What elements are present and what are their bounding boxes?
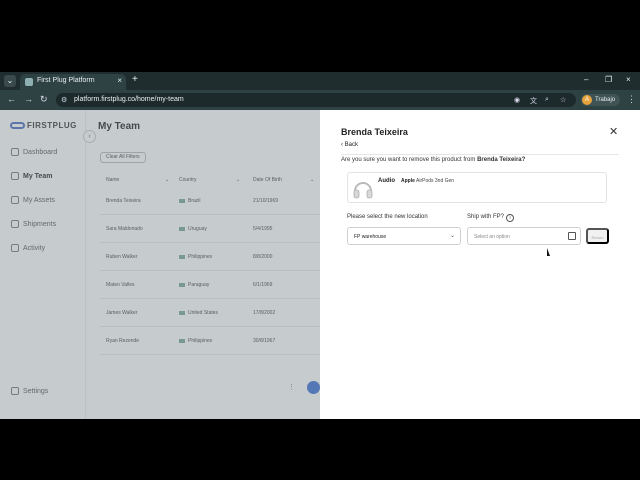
location-select[interactable]: FP warehouse ⌄ [347,227,461,245]
reload-icon[interactable]: ↻ [40,94,48,105]
url-text: platform.firstplug.co/home/my-team [74,96,184,103]
back-icon[interactable]: ← [7,94,16,104]
tab-close-icon[interactable]: × [117,76,122,85]
close-icon[interactable]: ✕ [609,125,618,138]
eye-off-icon[interactable]: ◉ [514,96,520,104]
translate-icon[interactable]: 文 [530,96,537,106]
zoom-icon[interactable]: ⌕ [545,96,549,104]
location-value: FP warehouse [354,234,387,240]
date-placeholder: Select an option [474,234,510,240]
tab-search-icon[interactable]: ⌄ [4,75,16,87]
product-model: AirPods 3nd Gen [416,178,455,184]
drawer-title: Brenda Teixeira [341,127,408,137]
profile-name: Trabajo [595,97,616,103]
browser-toolbar: ← → ↻ ⚙ platform.firstplug.co/home/my-te… [0,90,640,110]
info-icon[interactable]: i [506,214,514,222]
new-tab-icon[interactable]: + [132,74,138,85]
modal-overlay[interactable] [0,110,320,419]
ship-with-fp-label: Ship with FP? [467,214,505,220]
product-brand: Apple [401,178,415,184]
profile-button[interactable]: A Trabajo [581,94,621,106]
chevron-down-icon: ⌄ [449,233,455,239]
calendar-icon[interactable] [568,232,576,240]
minimize-icon[interactable]: – [584,75,588,84]
screen: ⌄ First Plug Platform × + – ❐ × ← → ↻ ⚙ … [0,0,640,480]
browser-window: ⌄ First Plug Platform × + – ❐ × ← → ↻ ⚙ … [0,72,640,419]
confirm-question: Are you sure you want to remove this pro… [341,157,526,163]
tab-first-plug[interactable]: First Plug Platform × [20,74,126,90]
product-category: Audio [378,178,395,184]
bookmark-icon[interactable]: ☆ [560,96,566,104]
back-link[interactable]: ‹ Back [341,142,358,148]
browser-menu-icon[interactable]: ⋮ [627,94,636,105]
tab-title: First Plug Platform [37,77,95,84]
return-button[interactable]: Return [586,228,609,244]
site-info-icon[interactable]: ⚙ [61,96,67,104]
product-card: Audio Apple AirPods 3nd Gen [347,172,607,203]
window-close-icon[interactable]: × [626,75,631,84]
divider [341,154,619,155]
location-label: Please select the new location [347,214,428,220]
headphones-icon [353,182,373,199]
date-picker[interactable]: Select an option [467,227,581,245]
remove-product-drawer: Brenda Teixeira ✕ ‹ Back Are you sure yo… [320,110,640,419]
favicon-icon [25,78,33,86]
forward-icon[interactable]: → [24,94,33,104]
address-bar[interactable]: ⚙ platform.firstplug.co/home/my-team ◉ 文… [56,93,576,107]
tab-strip: ⌄ First Plug Platform × + – ❐ × [0,72,640,90]
page: FIRSTPLUG Dashboard My Team My Assets Sh… [0,110,640,419]
restore-icon[interactable]: ❐ [605,75,612,84]
mouse-cursor [547,248,550,256]
profile-avatar: A [582,95,592,105]
